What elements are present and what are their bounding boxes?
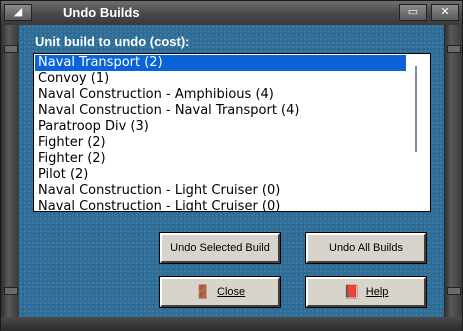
- list-item[interactable]: Fighter (2): [35, 151, 406, 167]
- exit-door-icon: 🚪: [194, 284, 212, 300]
- minimize-button[interactable]: ▭: [399, 4, 427, 21]
- list-item[interactable]: Naval Construction - Naval Transport (4): [35, 103, 406, 119]
- frame-rivet: [4, 287, 18, 295]
- close-window-button[interactable]: ✕: [431, 4, 459, 21]
- undo-all-builds-button[interactable]: Undo All Builds: [306, 233, 426, 263]
- undo-selected-label: Undo Selected Build: [170, 242, 270, 254]
- help-button[interactable]: 📕 Help: [306, 277, 426, 307]
- help-label: Help: [365, 286, 389, 298]
- list-label: Unit build to undo (cost):: [35, 34, 190, 49]
- list-item[interactable]: Fighter (2): [35, 135, 406, 151]
- window-title: Undo Builds: [63, 5, 140, 20]
- list-item[interactable]: Convoy (1): [35, 71, 406, 87]
- close-x-icon: ✕: [440, 6, 450, 18]
- undo-selected-build-button[interactable]: Undo Selected Build: [160, 233, 280, 263]
- vertical-scrollbar[interactable]: [406, 54, 430, 211]
- undo-builds-window: ◢ Undo Builds ▭ ✕ Unit build to undo (co…: [0, 0, 463, 331]
- bottom-frame: [1, 317, 462, 331]
- scrollbar-thumb[interactable]: [415, 66, 417, 152]
- frame-rivet: [4, 45, 18, 53]
- system-menu-icon: ◢: [13, 6, 23, 18]
- close-label: Close: [217, 286, 246, 298]
- list-item[interactable]: Naval Construction - Amphibious (4): [35, 87, 406, 103]
- frame-rivet: [447, 287, 461, 295]
- list-item[interactable]: Naval Construction - Light Cruiser (0): [35, 183, 406, 199]
- frame-rivet: [447, 45, 461, 53]
- minimize-icon: ▭: [407, 6, 419, 18]
- left-frame: [1, 25, 19, 317]
- builds-listbox[interactable]: Naval Transport (2) Convoy (1) Naval Const…: [33, 53, 431, 212]
- close-button[interactable]: 🚪 Close: [160, 277, 280, 307]
- dialog-body: Unit build to undo (cost): Naval Transpo…: [19, 25, 444, 317]
- list-item[interactable]: Paratroop Div (3): [35, 119, 406, 135]
- list-item[interactable]: Naval Construction - Light Cruiser (0): [35, 199, 406, 211]
- undo-all-label: Undo All Builds: [329, 242, 403, 254]
- list-item[interactable]: Pilot (2): [35, 167, 406, 183]
- help-book-icon: 📕: [343, 284, 360, 300]
- right-frame: [444, 25, 462, 317]
- system-menu-button[interactable]: ◢: [4, 4, 32, 21]
- builds-list: Naval Transport (2) Convoy (1) Naval Const…: [35, 55, 406, 211]
- title-bar[interactable]: ◢ Undo Builds ▭ ✕: [1, 1, 462, 26]
- list-item[interactable]: Naval Transport (2): [35, 55, 406, 71]
